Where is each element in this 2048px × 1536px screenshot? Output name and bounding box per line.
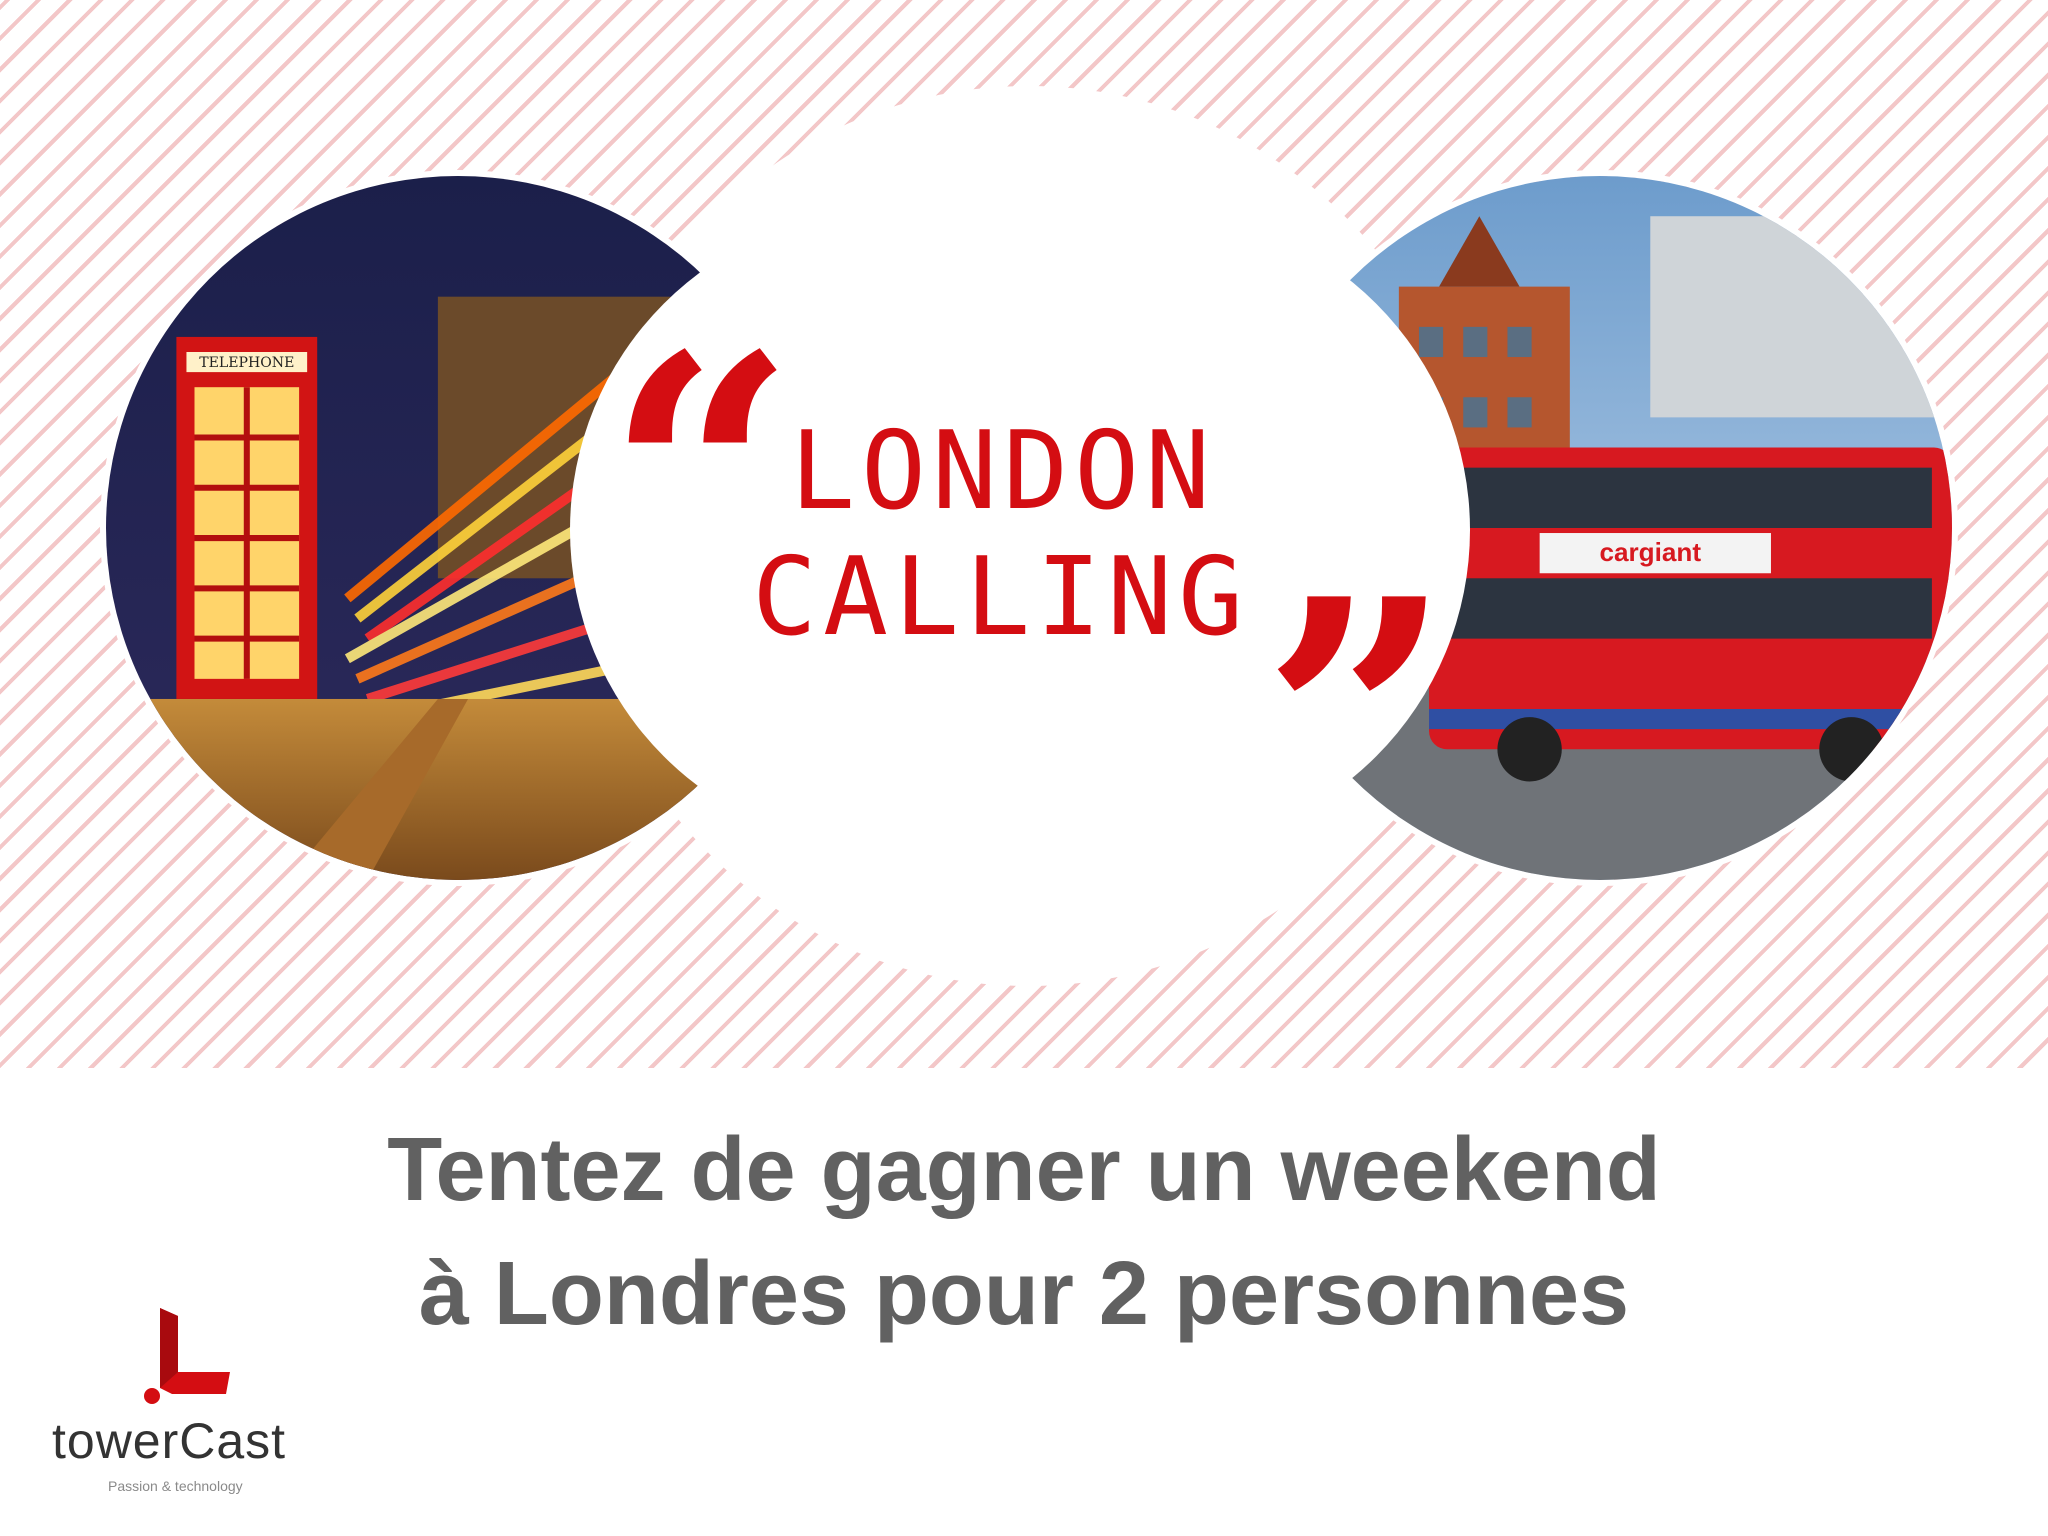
promo-line-1: Tentez de gagner un weekend bbox=[387, 1120, 1661, 1220]
bus-ad-text: cargiant bbox=[1599, 537, 1701, 567]
brand-name: towerCast bbox=[52, 1413, 287, 1469]
promo-page: TELEPHONE cargiant “ LONDON CALLING ” Te… bbox=[0, 0, 2048, 1536]
close-quote-icon: ” bbox=[1262, 527, 1452, 915]
headline-line-2: CALLING bbox=[752, 535, 1250, 660]
open-quote-icon: “ bbox=[606, 283, 796, 671]
towercast-logo: towerCast Passion & technology bbox=[52, 1308, 312, 1508]
headline-line-1: LONDON bbox=[790, 409, 1217, 534]
towercast-logo-icon bbox=[144, 1308, 230, 1404]
brand-tagline: Passion & technology bbox=[108, 1478, 243, 1494]
telephone-sign-text: TELEPHONE bbox=[199, 355, 294, 371]
